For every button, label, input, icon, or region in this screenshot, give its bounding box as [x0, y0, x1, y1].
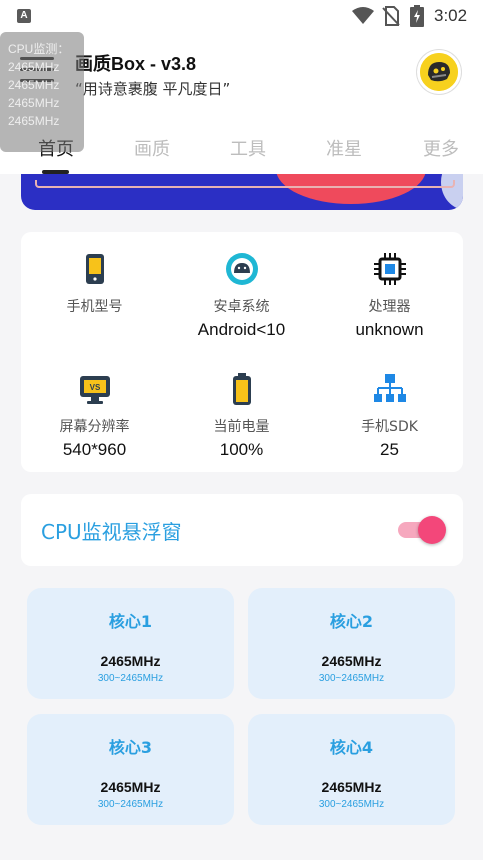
core-card: 核心3 2465MHz 300~2465MHz	[27, 714, 234, 825]
overlay-line: 2465MHz	[8, 78, 60, 92]
banner-image[interactable]	[21, 174, 463, 210]
info-value: 100%	[219, 440, 264, 459]
cpu-chip-icon	[373, 253, 406, 285]
status-bar: A 3:02	[0, 0, 483, 32]
info-label: 屏幕分辨率	[59, 419, 130, 435]
cpu-monitor-toggle[interactable]	[398, 516, 446, 544]
info-android-version: 安卓系统 Android<10	[168, 252, 315, 340]
android-icon	[225, 253, 258, 285]
info-value: 540*960	[62, 440, 127, 459]
overlay-title: CPU监测：	[8, 42, 70, 56]
info-value: unknown	[355, 320, 424, 339]
core-name: 核心1	[108, 612, 153, 631]
clock: 3:02	[434, 6, 468, 25]
tab-crosshair[interactable]: 准星	[314, 135, 374, 161]
device-info-card: 手机型号 安卓系统 Android<10 处理器 unknown VS 屏幕分辨…	[21, 232, 463, 472]
core-range: 300~2465MHz	[318, 673, 385, 684]
info-label: 手机型号	[66, 299, 123, 315]
core-range: 300~2465MHz	[97, 799, 164, 810]
cpu-monitor-card: CPU监视悬浮窗	[21, 494, 463, 566]
info-label: 当前电量	[213, 419, 270, 435]
info-sdk: 手机SDK 25	[316, 372, 463, 460]
info-label: 手机SDK	[361, 419, 418, 435]
core-name: 核心3	[108, 738, 153, 757]
phone-icon	[85, 254, 104, 284]
info-phone-model: 手机型号	[21, 252, 168, 320]
overlay-line: 2465MHz	[8, 60, 60, 74]
wifi-icon	[352, 7, 374, 24]
info-label: 处理器	[368, 299, 411, 315]
overlay-line: 2465MHz	[8, 114, 60, 128]
core-frequency: 2465MHz	[100, 779, 161, 795]
core-name: 核心2	[329, 612, 374, 631]
info-processor: 处理器 unknown	[316, 252, 463, 340]
core-range: 300~2465MHz	[318, 799, 385, 810]
tab-more[interactable]: 更多	[411, 135, 471, 161]
info-resolution: VS 屏幕分辨率 540*960	[21, 372, 168, 460]
notification-icon: A	[17, 9, 31, 23]
overlay-line: 2465MHz	[8, 96, 60, 110]
no-sim-icon	[382, 6, 400, 26]
cpu-monitor-label: CPU监视悬浮窗	[41, 520, 182, 544]
battery-icon	[232, 373, 251, 405]
app-subtitle: “用诗意裹腹 平凡度日”	[75, 80, 231, 98]
tab-tools[interactable]: 工具	[218, 135, 278, 161]
core-card: 核心2 2465MHz 300~2465MHz	[248, 588, 455, 699]
battery-charging-icon	[410, 5, 424, 27]
sdk-network-icon	[373, 374, 406, 402]
info-value: Android<10	[197, 320, 286, 339]
tab-quality[interactable]: 画质	[122, 135, 182, 161]
monitor-icon: VS	[79, 376, 110, 404]
core-card: 核心1 2465MHz 300~2465MHz	[27, 588, 234, 699]
info-battery: 当前电量 100%	[168, 372, 315, 460]
helmet-icon	[420, 53, 458, 91]
info-value: 25	[380, 440, 399, 459]
info-label: 安卓系统	[213, 299, 270, 315]
core-frequency: 2465MHz	[321, 779, 382, 795]
core-frequency: 2465MHz	[100, 653, 161, 669]
core-name: 核心4	[329, 738, 374, 757]
core-range: 300~2465MHz	[97, 673, 164, 684]
svg-text:VS: VS	[89, 383, 100, 392]
cpu-monitor-overlay[interactable]: CPU监测： 2465MHz 2465MHz 2465MHz 2465MHz	[0, 32, 84, 152]
avatar[interactable]	[417, 50, 461, 94]
core-frequency: 2465MHz	[321, 653, 382, 669]
core-card: 核心4 2465MHz 300~2465MHz	[248, 714, 455, 825]
app-title: 画质Box - v3.8	[75, 54, 197, 74]
